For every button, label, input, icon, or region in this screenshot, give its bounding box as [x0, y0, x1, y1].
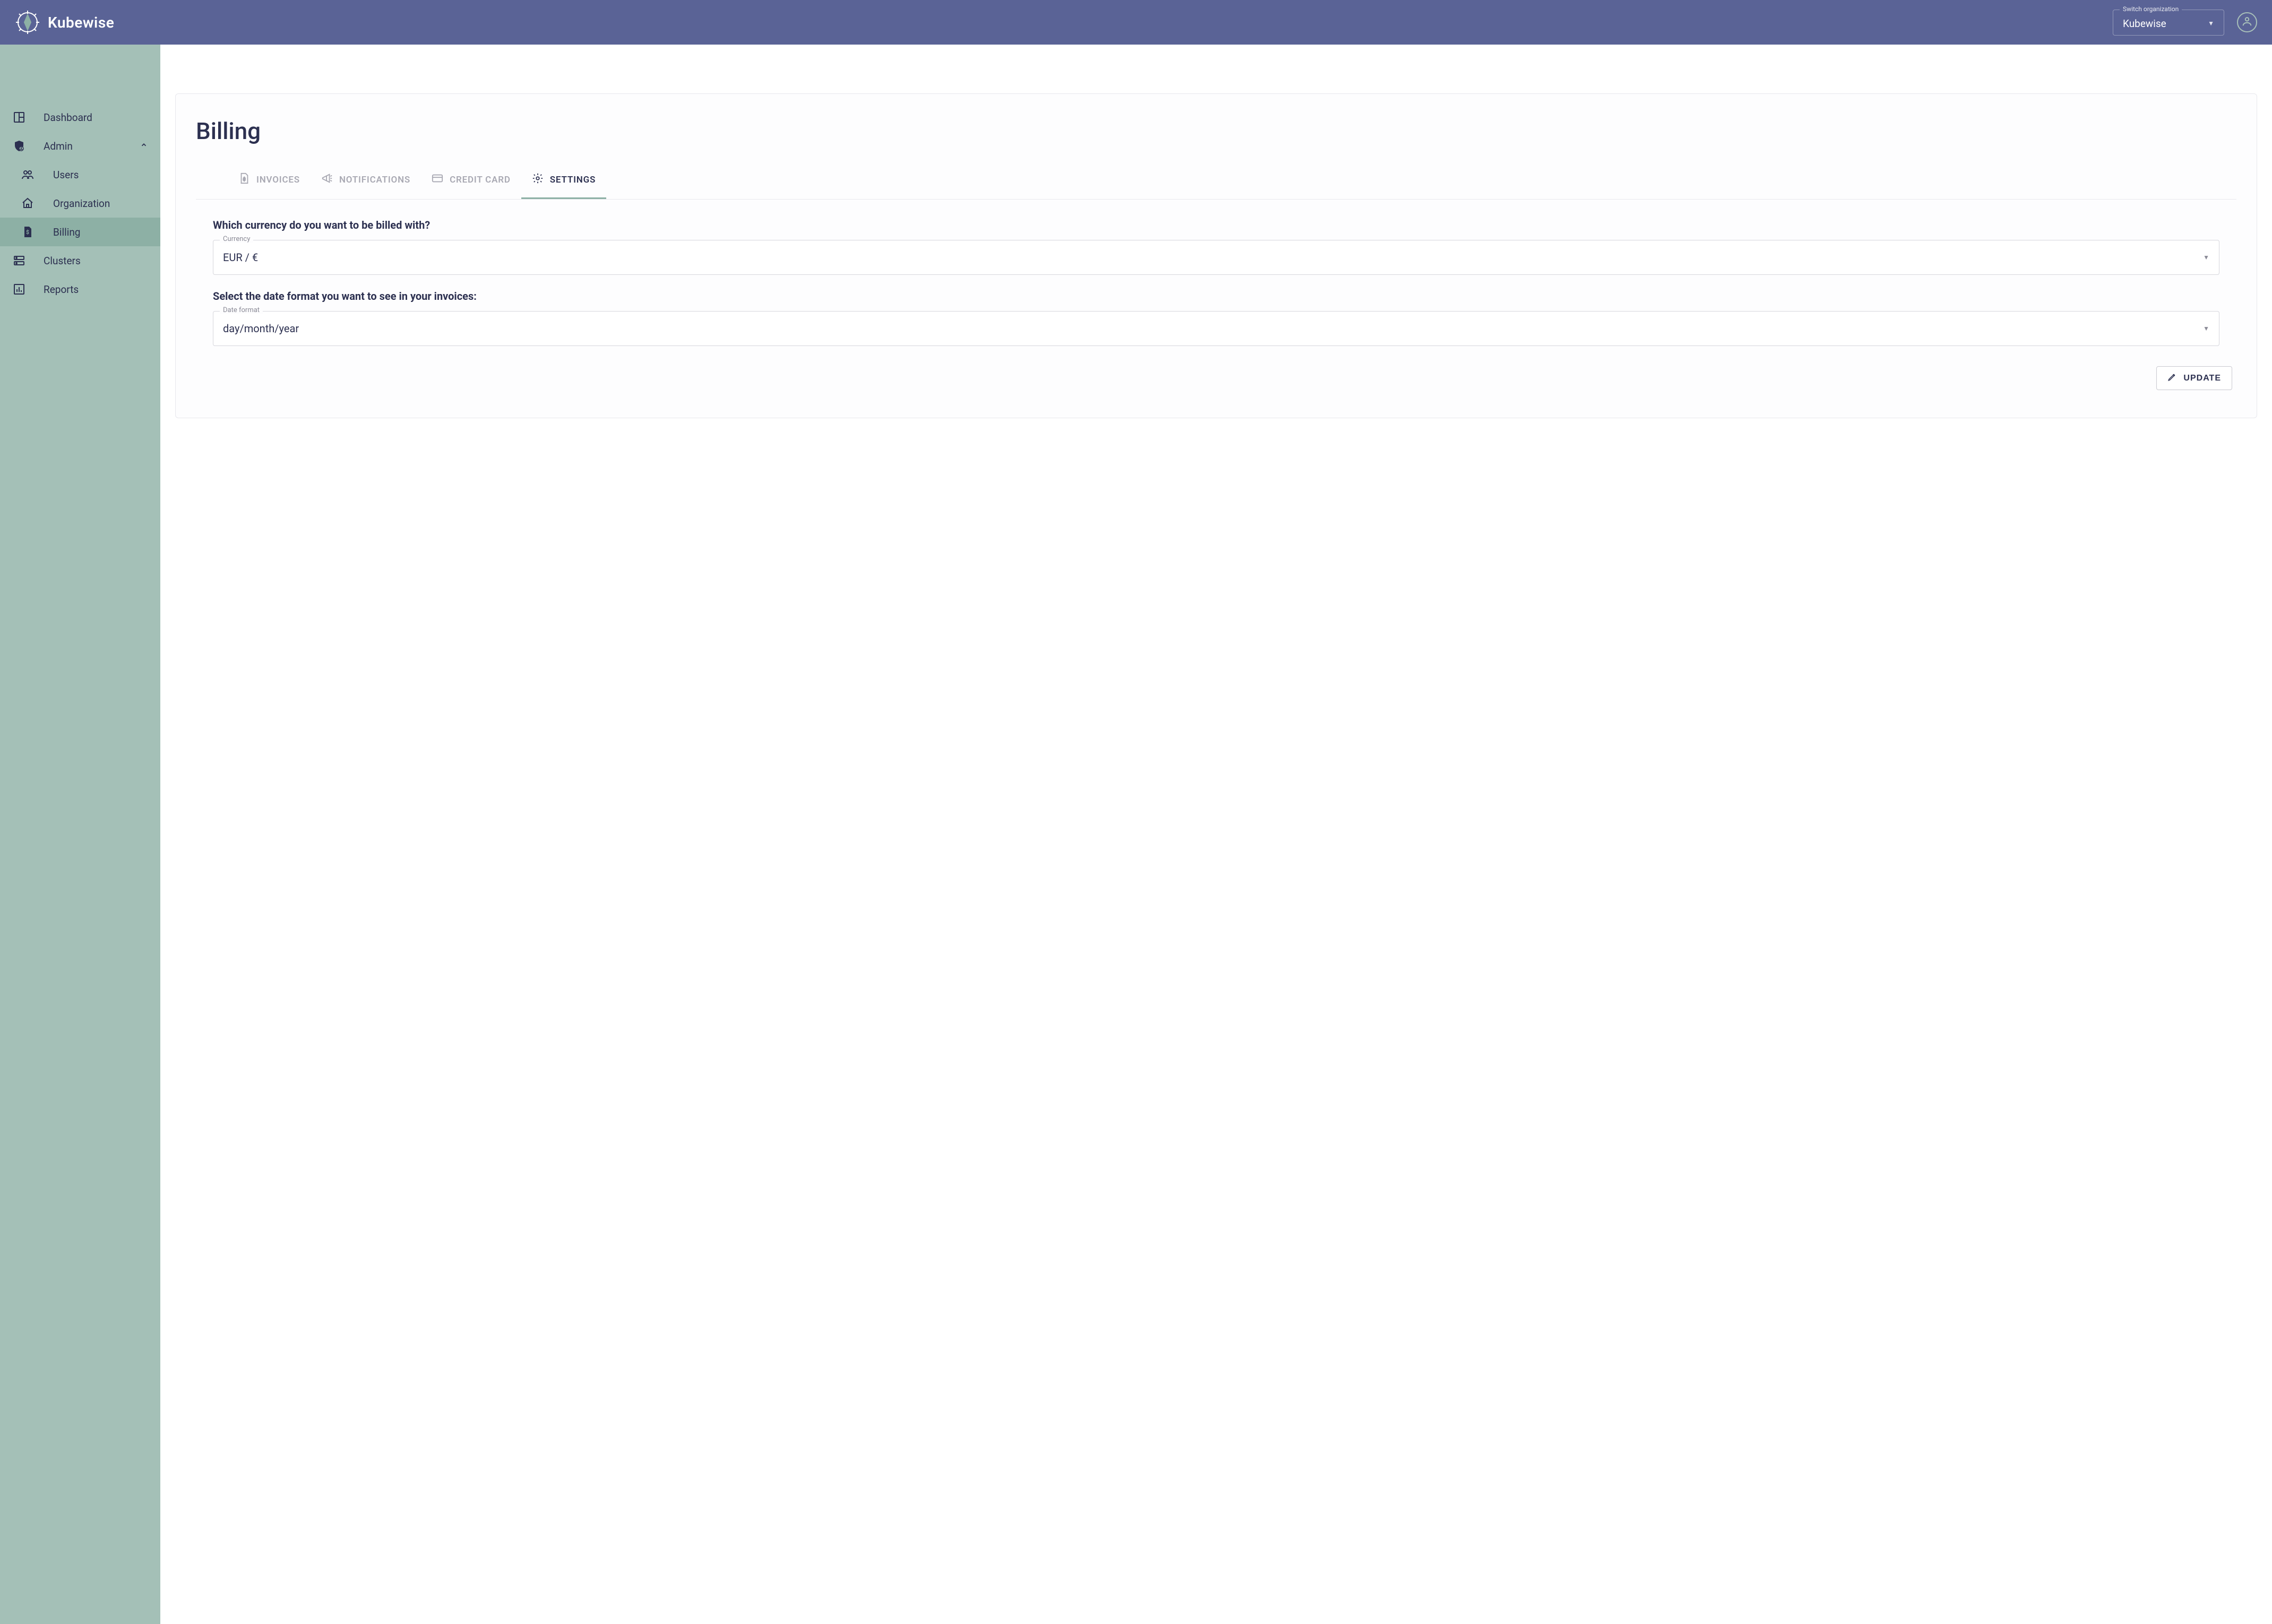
account-avatar-button[interactable]: [2237, 12, 2257, 32]
app-header: Kubewise Switch organization Kubewise ▼: [0, 0, 2272, 45]
tab-notifications[interactable]: NOTIFICATIONS: [311, 166, 421, 199]
chevron-up-icon: [140, 141, 148, 151]
sidebar-item-users[interactable]: Users: [0, 160, 160, 189]
currency-question: Which currency do you want to be billed …: [213, 219, 2219, 231]
sidebar-item-label: Organization: [53, 197, 148, 210]
brand-logo[interactable]: Kubewise: [15, 10, 114, 35]
svg-text:$: $: [26, 229, 29, 236]
sidebar-item-label: Dashboard: [44, 111, 148, 124]
tab-label: SETTINGS: [550, 175, 596, 185]
update-button[interactable]: UPDATE: [2156, 366, 2232, 390]
invoice-file-icon: $: [238, 172, 250, 187]
sidebar-item-clusters[interactable]: Clusters: [0, 246, 160, 275]
dateformat-field-label: Date format: [220, 306, 263, 314]
sidebar-item-admin[interactable]: Admin: [0, 132, 160, 160]
megaphone-icon: [321, 172, 333, 187]
tab-label: NOTIFICATIONS: [339, 175, 410, 185]
billing-card: Billing $ INVOICES: [175, 93, 2257, 418]
sidebar-item-label: Admin: [44, 140, 122, 152]
users-icon: [21, 168, 34, 181]
chart-icon: [13, 283, 25, 296]
sidebar-item-label: Billing: [53, 226, 148, 238]
pencil-icon: [2167, 372, 2177, 384]
org-switcher-label: Switch organization: [2120, 5, 2182, 13]
dateformat-select[interactable]: Date format day/month/year ▼: [213, 311, 2219, 346]
tab-credit-card[interactable]: CREDIT CARD: [421, 166, 521, 199]
servers-icon: [13, 254, 25, 267]
currency-field-label: Currency: [220, 235, 253, 243]
user-icon: [2241, 15, 2253, 29]
tab-invoices[interactable]: $ INVOICES: [228, 166, 311, 199]
credit-card-icon: [432, 172, 443, 187]
sidebar-item-label: Clusters: [44, 255, 148, 267]
update-button-label: UPDATE: [2183, 374, 2221, 383]
page-title: Billing: [196, 117, 2236, 145]
tab-label: INVOICES: [256, 175, 300, 185]
chevron-down-icon: ▼: [2203, 325, 2209, 332]
compass-icon: [15, 10, 40, 35]
svg-text:$: $: [243, 177, 246, 183]
sidebar-item-label: Users: [53, 169, 148, 181]
billing-tabs: $ INVOICES: [196, 166, 2236, 200]
chevron-down-icon: ▼: [2203, 254, 2209, 261]
chevron-down-icon: ▼: [2208, 20, 2214, 27]
dateformat-field-value: day/month/year: [223, 322, 299, 335]
billing-file-icon: $: [21, 226, 34, 238]
org-switcher-value: Kubewise: [2123, 18, 2166, 30]
sidebar: Dashboard Admin: [0, 45, 160, 1624]
sidebar-item-billing[interactable]: $ Billing: [0, 218, 160, 246]
sidebar-item-reports[interactable]: Reports: [0, 275, 160, 304]
dashboard-icon: [13, 111, 25, 124]
brand-name: Kubewise: [48, 14, 114, 31]
currency-field-value: EUR / €: [223, 251, 258, 264]
tab-label: CREDIT CARD: [450, 175, 511, 185]
main-content: Billing $ INVOICES: [160, 45, 2272, 1624]
tab-settings[interactable]: SETTINGS: [521, 166, 606, 199]
home-icon: [21, 197, 34, 210]
admin-shield-icon: [13, 140, 25, 152]
sidebar-item-organization[interactable]: Organization: [0, 189, 160, 218]
sidebar-item-label: Reports: [44, 283, 148, 296]
sidebar-item-dashboard[interactable]: Dashboard: [0, 103, 160, 132]
gear-icon: [532, 172, 544, 187]
org-switcher-select[interactable]: Switch organization Kubewise ▼: [2113, 10, 2224, 36]
dateformat-question: Select the date format you want to see i…: [213, 290, 2219, 303]
currency-select[interactable]: Currency EUR / € ▼: [213, 240, 2219, 275]
